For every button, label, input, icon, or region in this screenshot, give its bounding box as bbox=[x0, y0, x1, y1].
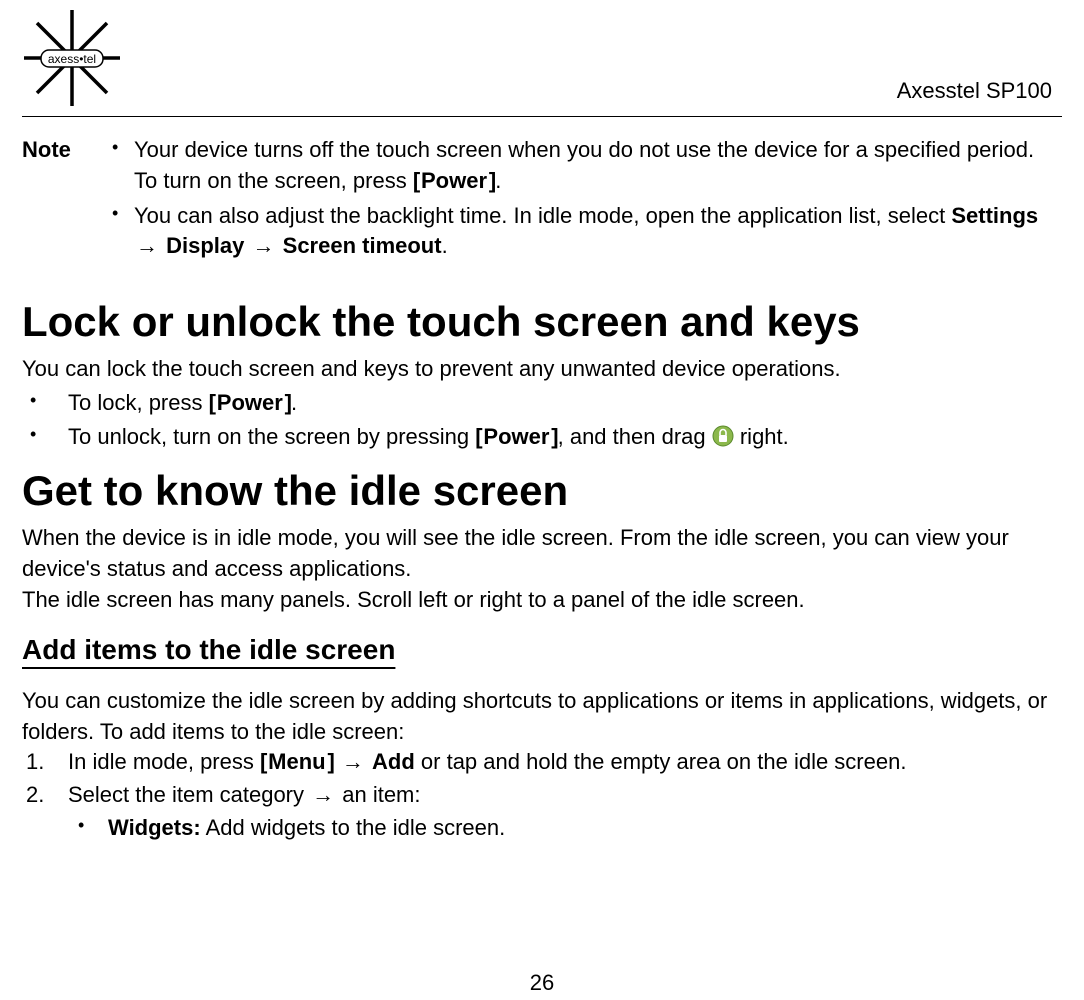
display-label: Display bbox=[166, 233, 244, 258]
bracket: ] bbox=[327, 749, 333, 774]
power-key: Power bbox=[217, 390, 283, 415]
settings-label: Settings bbox=[951, 203, 1038, 228]
text: , and then drag bbox=[558, 424, 712, 449]
add-steps-list: In idle mode, press [ Menu ] → Add or ta… bbox=[22, 747, 1062, 843]
logo-text: axess•tel bbox=[48, 52, 96, 66]
idle-paragraph-2: The idle screen has many panels. Scroll … bbox=[22, 585, 1062, 616]
lock-drag-icon bbox=[712, 424, 734, 446]
text: To unlock, turn on the screen by pressin… bbox=[68, 424, 475, 449]
power-key: Power bbox=[483, 424, 549, 449]
lock-item-1: To lock, press [ Power ]. bbox=[22, 387, 1062, 419]
text: an item: bbox=[336, 782, 420, 807]
text: Add widgets to the idle screen. bbox=[201, 815, 506, 840]
add-nested-list: Widgets: Add widgets to the idle screen. bbox=[68, 813, 1062, 844]
text: To lock, press bbox=[68, 390, 209, 415]
menu-key: Menu bbox=[268, 749, 325, 774]
idle-paragraph-1: When the device is in idle mode, you wil… bbox=[22, 523, 1062, 585]
heading-add-items: Add items to the idle screen bbox=[22, 634, 1062, 676]
add-step-1: In idle mode, press [ Menu ] → Add or ta… bbox=[22, 747, 1062, 778]
note-content: Your device turns off the touch screen w… bbox=[112, 135, 1062, 266]
note-text: Your device turns off the touch screen w… bbox=[134, 137, 1034, 193]
model-name: Axesstel SP100 bbox=[897, 78, 1052, 104]
add-label: Add bbox=[372, 749, 415, 774]
text: right. bbox=[740, 424, 789, 449]
text: or tap and hold the empty area on the id… bbox=[415, 749, 907, 774]
lock-intro: You can lock the touch screen and keys t… bbox=[22, 354, 1062, 385]
note-item-2: You can also adjust the backlight time. … bbox=[112, 201, 1062, 263]
text: In idle mode, press bbox=[68, 749, 260, 774]
note-item-1: Your device turns off the touch screen w… bbox=[112, 135, 1062, 197]
timeout-label: Screen timeout bbox=[283, 233, 442, 258]
text: Select the item category bbox=[68, 782, 310, 807]
note-text: You can also adjust the backlight time. … bbox=[134, 203, 951, 228]
period: . bbox=[495, 168, 501, 193]
widgets-label: Widgets: bbox=[108, 815, 201, 840]
period: . bbox=[291, 390, 297, 415]
arrow-icon: → bbox=[340, 747, 366, 778]
note-block: Note Your device turns off the touch scr… bbox=[22, 135, 1062, 266]
power-key: Power bbox=[421, 168, 487, 193]
arrow-icon: → bbox=[310, 780, 336, 811]
heading-idle: Get to know the idle screen bbox=[22, 467, 1062, 515]
lock-list: To lock, press [ Power ]. To unlock, tur… bbox=[22, 387, 1062, 453]
heading-lock: Lock or unlock the touch screen and keys bbox=[22, 298, 1062, 346]
page-number: 26 bbox=[0, 970, 1084, 996]
note-label: Note bbox=[22, 135, 112, 266]
add-nested-widgets: Widgets: Add widgets to the idle screen. bbox=[68, 813, 1062, 844]
page-header: axess•tel Axesstel SP100 bbox=[22, 0, 1062, 117]
add-intro: You can customize the idle screen by add… bbox=[22, 686, 1062, 748]
arrow-icon: → bbox=[251, 231, 277, 262]
axesstel-logo: axess•tel bbox=[22, 8, 122, 108]
lock-item-2: To unlock, turn on the screen by pressin… bbox=[22, 421, 1062, 453]
period: . bbox=[442, 233, 448, 258]
add-step-2: Select the item category → an item: Widg… bbox=[22, 780, 1062, 844]
arrow-icon: → bbox=[134, 231, 160, 262]
